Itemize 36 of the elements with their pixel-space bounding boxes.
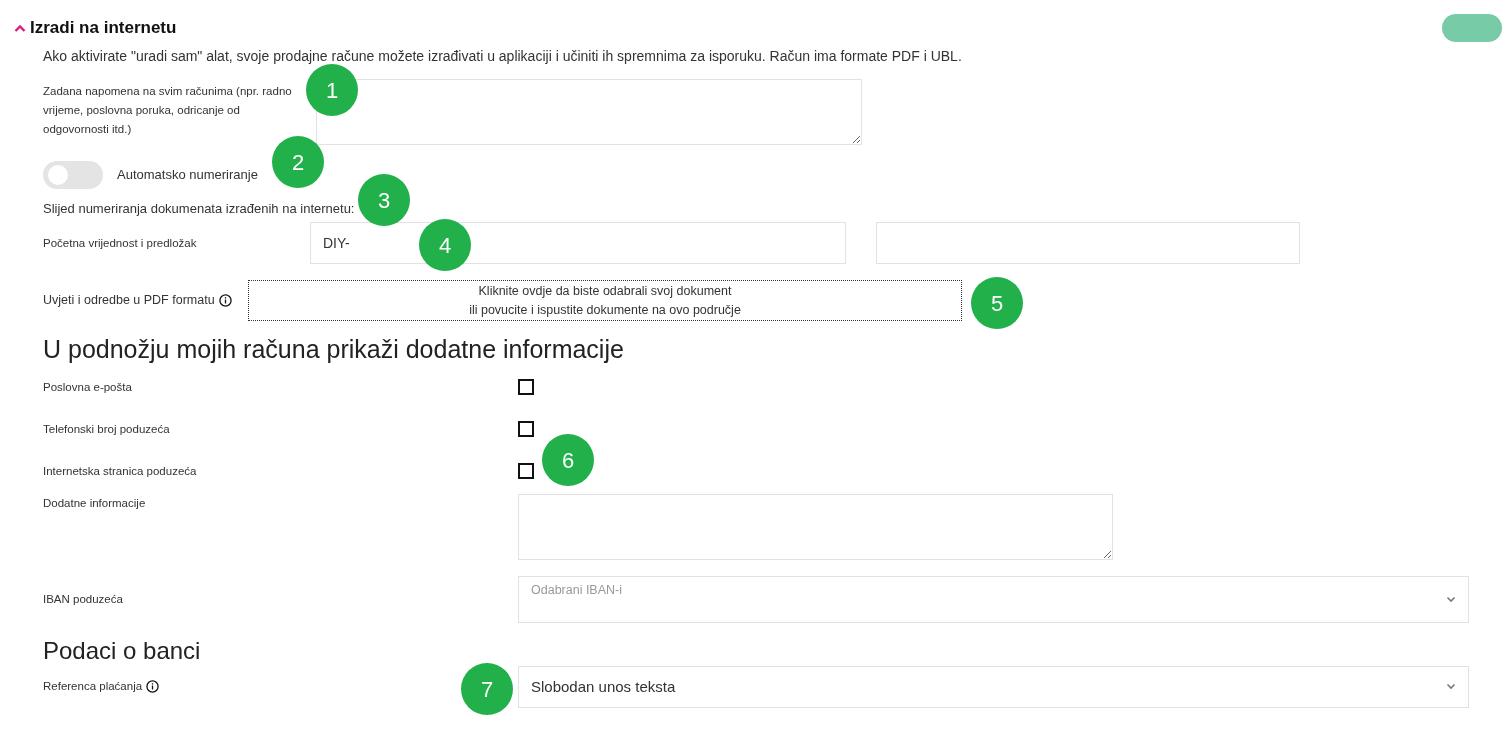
suffix-input[interactable] [876, 222, 1300, 264]
number-marker: 7 [461, 663, 513, 715]
toggle-switch[interactable] [1442, 14, 1502, 42]
section-title: Izradi na internetu [30, 17, 177, 40]
info-icon[interactable] [218, 294, 232, 307]
field-label: Poslovna e-pošta [43, 379, 133, 395]
number-marker: 5 [971, 277, 1023, 329]
checkbox[interactable] [518, 463, 534, 479]
number-marker: 3 [358, 174, 410, 226]
toggle-switch[interactable] [43, 161, 103, 189]
field-label: IBAN poduzeća [43, 592, 124, 607]
toggle-label: Automatsko numeriranje [117, 166, 258, 185]
number-marker: 6 [542, 434, 594, 486]
checkbox[interactable] [518, 379, 534, 395]
number-marker: 1 [306, 64, 358, 116]
reference-select[interactable]: Slobodan unos teksta [518, 665, 1469, 708]
note-textarea[interactable] [316, 79, 862, 145]
section-subtitle: Slijed numeriranja dokumenata izrađenih na internetu: [43, 200, 355, 218]
number-marker: 2 [272, 136, 324, 188]
file-dropzone[interactable]: Kliknite ovdje da biste odabrali svoj dokument ili povucite i ispustite dokumente na ovo područje [248, 280, 962, 321]
field-label: Internetska stranica poduzeća [43, 463, 198, 479]
info-icon[interactable] [146, 680, 160, 694]
field-label: Zadana napomena na svim računima (npr. radno vrijeme, poslovna poruka, odricanje od odgovornosti itd.) [43, 84, 293, 137]
section-heading: U podnožju mojih računa prikaži dodatne informacije [43, 334, 625, 364]
field-label: Uvjeti i odredbe u PDF formatu [43, 292, 215, 310]
field-label: Dodatne informacije [43, 496, 147, 511]
field-label: Početna vrijednost i predložak [43, 235, 198, 251]
chevron-down-icon [1446, 596, 1456, 603]
section-heading: Podaci o banci [43, 637, 202, 666]
caret-icon[interactable] [14, 23, 26, 33]
field-label: Referenca plaćanja [43, 679, 143, 695]
number-marker: 4 [419, 219, 471, 271]
field-label: Telefonski broj poduzeća [43, 421, 171, 437]
chevron-down-icon [1446, 683, 1456, 691]
section-description: Ako aktivirate "uradi sam" alat, svoje prodajne račune možete izrađivati u aplikaciji i učiniti ih spremnima za isporuku. Račun ima formate PDF i UBL. [43, 47, 963, 66]
checkbox[interactable] [518, 421, 534, 437]
